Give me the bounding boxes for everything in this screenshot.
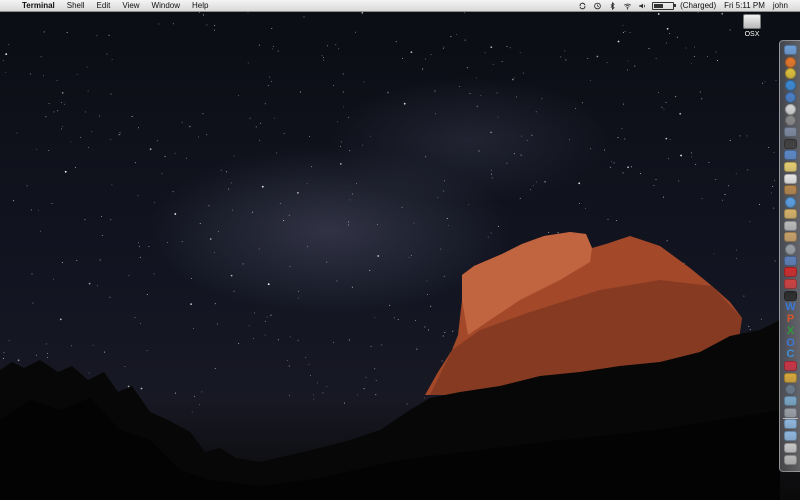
preview-icon[interactable]: [784, 208, 797, 219]
terminal-icon[interactable]: [784, 290, 797, 301]
system-preferences-icon[interactable]: [785, 115, 796, 127]
people-icon[interactable]: [784, 372, 797, 383]
documents-folder-icon[interactable]: [784, 431, 797, 442]
bluetooth-icon[interactable]: [608, 1, 617, 10]
parallels-icon[interactable]: [784, 279, 797, 289]
outlook-icon[interactable]: O: [784, 337, 797, 349]
wallpaper-art: [0, 11, 780, 500]
remote-desktop-icon[interactable]: [784, 396, 797, 406]
filezilla-icon[interactable]: [784, 267, 797, 278]
network-icon[interactable]: [784, 255, 797, 266]
safari-icon[interactable]: [785, 80, 796, 92]
trash-icon[interactable]: [784, 454, 797, 465]
facetime-icon[interactable]: [784, 138, 797, 149]
itunes-icon[interactable]: [785, 197, 796, 209]
menu-window[interactable]: Window: [146, 0, 186, 11]
app-menu-terminal[interactable]: Terminal: [18, 0, 61, 11]
menu-bar: Terminal Shell Edit View Window Help (Ch…: [0, 0, 800, 12]
menu-help[interactable]: Help: [186, 0, 214, 11]
time-machine-icon[interactable]: [593, 2, 602, 10]
desktop-disk-osx[interactable]: OSX: [737, 14, 767, 38]
mail-icon[interactable]: [784, 150, 797, 161]
downloads-stack-icon[interactable]: [784, 442, 797, 453]
battery-icon[interactable]: [652, 1, 677, 10]
firefox-icon[interactable]: [785, 56, 796, 68]
menu-view[interactable]: View: [116, 0, 145, 11]
vm-icon[interactable]: [785, 384, 796, 396]
disk-utility-icon[interactable]: [785, 243, 796, 255]
desktop-wallpaper: [0, 0, 800, 500]
menu-user[interactable]: john: [769, 0, 792, 11]
compass-icon[interactable]: [785, 103, 796, 115]
star-app-icon[interactable]: [784, 220, 797, 231]
chrome-icon[interactable]: [785, 68, 796, 80]
onenote-icon[interactable]: [784, 360, 797, 371]
address-book-icon[interactable]: [784, 185, 797, 196]
photo-icon[interactable]: [784, 126, 797, 137]
excel-icon[interactable]: X: [784, 325, 797, 337]
sync-icon[interactable]: [578, 2, 587, 10]
notes-icon[interactable]: [784, 162, 797, 172]
volume-icon[interactable]: [638, 2, 647, 10]
dock: WPXOC: [779, 40, 800, 472]
applications-folder-icon[interactable]: [784, 419, 797, 430]
finder-icon[interactable]: [784, 45, 797, 55]
disk-label[interactable]: OSX: [737, 31, 767, 38]
brush-icon[interactable]: [784, 232, 797, 243]
menu-clock[interactable]: Fri 5:11 PM: [720, 0, 769, 11]
wifi-icon[interactable]: [623, 2, 632, 10]
status-area: (Charged) Fri 5:11 PM john: [575, 0, 800, 11]
menu-edit[interactable]: Edit: [91, 0, 117, 11]
globe-icon[interactable]: [785, 91, 796, 103]
dock-separator: [783, 418, 798, 420]
communicator-icon[interactable]: C: [784, 349, 797, 360]
word-icon[interactable]: W: [784, 302, 797, 313]
powerpoint-icon[interactable]: P: [784, 314, 797, 325]
battery-status-text[interactable]: (Charged): [676, 0, 720, 11]
airport-icon[interactable]: [784, 407, 797, 418]
menu-shell[interactable]: Shell: [61, 0, 91, 11]
calendar-icon[interactable]: [784, 173, 797, 184]
hard-drive-icon[interactable]: [743, 14, 761, 29]
